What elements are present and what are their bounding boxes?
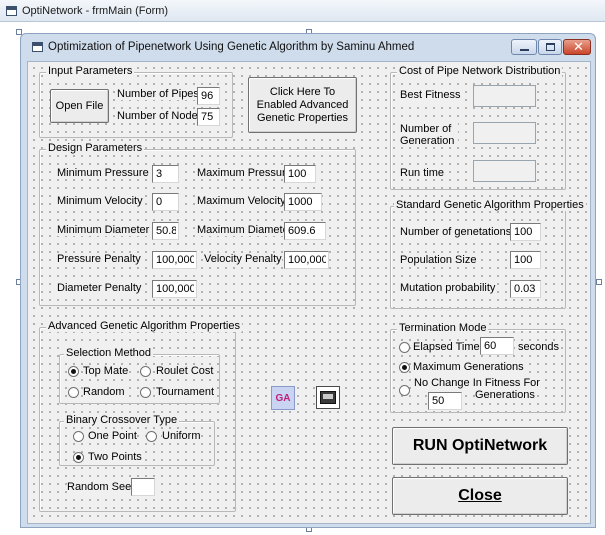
- maximum-diameter-label: Maximum Diameter: [197, 224, 293, 236]
- application-icon: [6, 6, 17, 16]
- pressure-penalty-input[interactable]: [152, 251, 197, 269]
- form-title: Optimization of Pipenetwork Using Geneti…: [48, 41, 415, 53]
- velocity-penalty-input[interactable]: [284, 251, 329, 269]
- no-change-label: No Change In Fitness For: [414, 377, 540, 389]
- roulet-cost-label: Roulet Cost: [156, 365, 214, 377]
- pressure-penalty-label: Pressure Penalty: [57, 253, 141, 265]
- selection-method-title: Selection Method: [64, 347, 153, 359]
- population-size-input[interactable]: [510, 251, 541, 269]
- run-optinetwork-button[interactable]: RUN OptiNetwork: [392, 427, 568, 465]
- minimum-pressure-input[interactable]: [152, 165, 179, 183]
- designer-title-bar: OptiNetwork - frmMain (Form): [0, 0, 605, 22]
- minimize-button[interactable]: [511, 39, 537, 55]
- close-window-button[interactable]: ✕: [563, 39, 591, 55]
- maximum-velocity-label: Maximum Velocity: [197, 195, 286, 207]
- timer-icon[interactable]: [316, 386, 340, 409]
- design-parameters-title: Design Parameters: [46, 142, 145, 154]
- number-of-generation-output: [473, 122, 536, 144]
- resize-handle-right[interactable]: [596, 279, 602, 285]
- standard-ga-title: Standard Genetic Algorithm Properties: [394, 199, 586, 211]
- mutation-probability-input[interactable]: [510, 280, 541, 298]
- ga-icon-label: GA: [275, 392, 291, 404]
- close-button[interactable]: Close: [392, 477, 568, 515]
- maximize-button[interactable]: [538, 39, 562, 55]
- uniform-label: Uniform: [162, 430, 201, 442]
- radio-tournament[interactable]: [140, 387, 151, 398]
- random-label: Random: [83, 386, 125, 398]
- radio-two-points[interactable]: [73, 452, 84, 463]
- one-point-label: One Point: [88, 430, 137, 442]
- maximize-icon: [546, 43, 555, 51]
- number-of-nodes-input[interactable]: [197, 108, 220, 126]
- number-of-pipes-label: Number of Pipes: [117, 88, 199, 100]
- run-time-label: Run time: [400, 167, 445, 179]
- radio-random[interactable]: [68, 387, 79, 398]
- radio-elapsed-time[interactable]: [399, 342, 410, 353]
- minimum-velocity-input[interactable]: [152, 193, 179, 211]
- number-of-generations-input[interactable]: [510, 223, 541, 241]
- best-fitness-output: [473, 85, 536, 107]
- minimum-pressure-label: Minimum Pressure: [57, 167, 149, 179]
- maximum-generations-label: Maximum Generations: [413, 361, 524, 373]
- number-of-generation-label: Number of Generation: [400, 123, 458, 147]
- velocity-penalty-label: Velocity Penalty: [204, 253, 282, 265]
- no-change-input[interactable]: [428, 392, 462, 410]
- binary-crossover-title: Binary Crossover Type: [64, 414, 180, 426]
- number-of-pipes-input[interactable]: [197, 87, 220, 105]
- radio-no-change[interactable]: [399, 385, 410, 396]
- maximum-velocity-input[interactable]: [284, 193, 322, 211]
- minimum-diameter-label: Minimum Diameter: [57, 224, 150, 236]
- diameter-penalty-input[interactable]: [152, 280, 197, 298]
- cost-distribution-title: Cost of Pipe Network Distribution: [397, 65, 563, 77]
- timer-icon-display: [323, 394, 333, 399]
- radio-roulet-cost[interactable]: [140, 366, 151, 377]
- maximum-pressure-label: Maximum Pressure: [197, 167, 292, 179]
- best-fitness-label: Best Fitness: [400, 89, 461, 101]
- open-file-button[interactable]: Open File: [50, 89, 109, 123]
- elapsed-time-label: Elapsed Time: [413, 341, 480, 353]
- elapsed-time-input[interactable]: [480, 337, 514, 355]
- radio-uniform[interactable]: [146, 431, 157, 442]
- diameter-penalty-label: Diameter Penalty: [57, 282, 142, 294]
- generations-label: Generations: [475, 389, 535, 401]
- minimize-icon: [520, 49, 529, 51]
- ga-icon[interactable]: GA: [271, 386, 295, 410]
- maximum-diameter-input[interactable]: [284, 222, 326, 240]
- random-seed-input[interactable]: [131, 478, 155, 496]
- input-parameters-title: Input Parameters: [46, 65, 135, 77]
- seconds-label: seconds: [518, 341, 559, 353]
- designer-title: OptiNetwork - frmMain (Form): [22, 5, 169, 17]
- minimum-velocity-label: Minimum Velocity: [57, 195, 143, 207]
- form-title-bar: Optimization of Pipenetwork Using Geneti…: [22, 36, 594, 58]
- two-points-label: Two Points: [88, 451, 142, 463]
- enable-advanced-properties-button[interactable]: Click Here To Enabled Advanced Genetic P…: [248, 77, 357, 133]
- maximum-pressure-input[interactable]: [284, 165, 316, 183]
- close-icon: ✕: [573, 39, 584, 54]
- radio-maximum-generations[interactable]: [399, 362, 410, 373]
- mutation-probability-label: Mutation probability: [400, 282, 496, 294]
- population-size-label: Population Size: [400, 254, 477, 266]
- minimum-diameter-input[interactable]: [152, 222, 179, 240]
- random-seed-label: Random Seed: [67, 481, 138, 493]
- tournament-label: Tournament: [156, 386, 215, 398]
- form-icon: [32, 42, 43, 52]
- top-mate-label: Top Mate: [83, 365, 129, 377]
- termination-mode-title: Termination Mode: [397, 322, 489, 334]
- number-of-generations-label: Number of genetations: [400, 226, 512, 238]
- number-of-nodes-label: Number of Nodes: [117, 110, 204, 122]
- radio-one-point[interactable]: [73, 431, 84, 442]
- radio-top-mate[interactable]: [68, 366, 79, 377]
- run-time-output: [473, 160, 536, 182]
- advanced-ga-title: Advanced Genetic Algorithm Properties: [46, 320, 242, 332]
